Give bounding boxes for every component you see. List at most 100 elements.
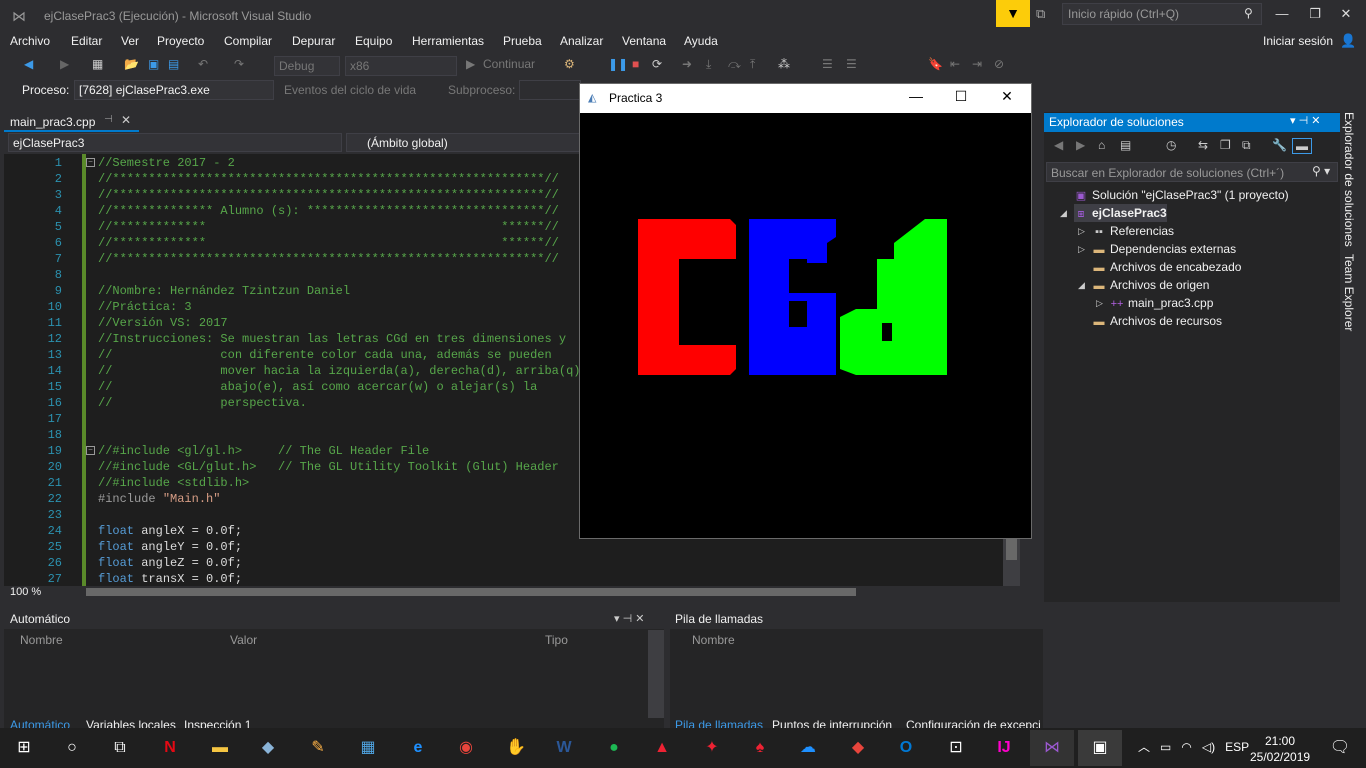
adobe-app-icon[interactable]: ⊡ <box>934 730 978 766</box>
lifecycle-events-button[interactable]: Eventos del ciclo de vida <box>284 83 416 97</box>
menu-prueba[interactable]: Prueba <box>503 34 542 48</box>
tree-item[interactable]: ▬ Dependencias externas <box>1092 240 1237 258</box>
app-hand-icon[interactable]: ✋ <box>494 730 538 766</box>
tree-item[interactable]: ▬ Archivos de origen <box>1092 276 1210 294</box>
tree-item[interactable]: ▬ Archivos de recursos <box>1092 312 1223 330</box>
tree-item[interactable]: ▬ Archivos de encabezado <box>1092 258 1242 276</box>
paint-icon[interactable]: ✎ <box>296 730 340 766</box>
search-icon[interactable]: ⚲ <box>1244 6 1253 20</box>
properties-icon[interactable]: 🔧 <box>1272 138 1287 152</box>
forward-icon[interactable]: ▶ <box>1076 138 1085 152</box>
step-into-icon[interactable]: ⤓ <box>706 57 711 72</box>
git-app-icon[interactable]: ◆ <box>836 730 880 766</box>
restore-button[interactable]: ❐ <box>1305 6 1325 22</box>
collapse-arrow-icon[interactable]: ◢ <box>1060 208 1067 219</box>
tree-item[interactable]: ▣ Solución "ejClasePrac3" (1 proyecto) <box>1074 186 1289 204</box>
outlook-icon[interactable]: O <box>884 730 928 766</box>
restart-icon[interactable]: ⟳ <box>652 57 662 71</box>
expand-arrow-icon[interactable]: ▷ <box>1096 298 1103 309</box>
menu-archivo[interactable]: Archivo <box>10 34 50 48</box>
game-app-icon[interactable]: ♠ <box>738 730 782 766</box>
visual-studio-taskbar-icon[interactable]: ⋈ <box>1030 730 1074 766</box>
jetbrains-icon[interactable]: IJ <box>982 730 1026 766</box>
continue-label[interactable]: Continuar <box>483 57 535 71</box>
open-file-icon[interactable]: 📂 <box>124 57 139 71</box>
thread-select[interactable] <box>519 80 581 100</box>
netflix-icon[interactable]: N <box>148 730 192 766</box>
back-icon[interactable]: ◀ <box>1054 138 1063 152</box>
collapse-arrow-icon[interactable]: ◢ <box>1078 280 1085 291</box>
notifications-icon[interactable]: ⧉ <box>1036 6 1045 22</box>
menu-proyecto[interactable]: Proyecto <box>157 34 204 48</box>
back-icon[interactable]: ◀ <box>24 57 33 71</box>
bookmark-icon[interactable]: 🔖 <box>928 57 943 71</box>
forward-icon[interactable]: ▶ <box>60 57 69 71</box>
menu-compilar[interactable]: Compilar <box>224 34 272 48</box>
step-over-icon[interactable]: ⤼ <box>728 57 741 72</box>
redo-icon[interactable]: ↷ <box>234 57 244 71</box>
zoom-level[interactable]: 100 % <box>10 586 41 598</box>
code-line[interactable]: 27 float transX = 0.0f; <box>4 571 1020 586</box>
opengl-window-taskbar-icon[interactable]: ▣ <box>1078 730 1122 766</box>
break-all-icon[interactable]: ❚❚ <box>608 57 628 71</box>
system-tray[interactable]: ︿ ▭ ◠ ◁) ESP <box>1138 738 1249 755</box>
menu-depurar[interactable]: Depurar <box>292 34 335 48</box>
practice-close-button[interactable]: ✕ <box>997 88 1017 105</box>
next-bookmark-icon[interactable]: ⇥ <box>972 57 982 71</box>
file-explorer-icon[interactable]: ▬ <box>198 730 242 766</box>
process-select[interactable]: [7628] ejClasePrac3.exe <box>74 80 274 100</box>
new-project-icon[interactable]: ▦ <box>92 57 103 71</box>
tree-item[interactable]: ++ main_prac3.cpp <box>1110 294 1214 312</box>
tab-team-explorer-vertical[interactable]: Team Explorer <box>1342 254 1356 331</box>
task-view-icon[interactable]: ⧉ <box>98 730 142 766</box>
show-hidden-icon[interactable]: ︿ <box>1138 740 1150 754</box>
opengl-canvas[interactable] <box>580 113 1031 538</box>
menu-equipo[interactable]: Equipo <box>355 34 392 48</box>
arduino-like-icon[interactable]: ▲ <box>640 730 684 766</box>
search-icon[interactable]: ⚲ ▾ <box>1312 164 1330 178</box>
outdent-icon[interactable]: ☰ <box>846 57 857 71</box>
column-header-value[interactable]: Valor <box>230 633 257 647</box>
menu-ayuda[interactable]: Ayuda <box>684 34 718 48</box>
sign-in-link[interactable]: Iniciar sesión <box>1263 34 1333 48</box>
tab-solution-explorer-vertical[interactable]: Explorador de soluciones <box>1342 112 1356 247</box>
project-navigation-select[interactable]: ejClasePrac3 <box>8 133 342 152</box>
indent-icon[interactable]: ☰ <box>822 57 833 71</box>
menu-herramientas[interactable]: Herramientas <box>412 34 484 48</box>
practice-minimize-button[interactable]: — <box>906 88 926 104</box>
column-header-type[interactable]: Tipo <box>545 633 568 647</box>
clock[interactable]: 21:00 25/02/2019 <box>1250 733 1310 765</box>
notes-app-icon[interactable]: ◆ <box>246 730 290 766</box>
user-account-icon[interactable]: 👤 <box>1340 33 1356 49</box>
menu-ver[interactable]: Ver <box>121 34 139 48</box>
menu-ventana[interactable]: Ventana <box>622 34 666 48</box>
code-line[interactable]: 25 float angleY = 0.0f; <box>4 539 1020 555</box>
save-icon[interactable]: ▣ <box>148 57 159 71</box>
solution-search-input[interactable]: Buscar en Explorador de soluciones (Ctrl… <box>1046 162 1338 182</box>
refresh-icon[interactable]: ❐ <box>1220 138 1231 152</box>
column-header-name[interactable]: Nombre <box>20 633 63 647</box>
sync-icon[interactable]: ⇆ <box>1198 138 1208 152</box>
step-out-icon[interactable]: ⤒ <box>750 57 755 72</box>
switch-views-icon[interactable]: ▤ <box>1120 138 1131 152</box>
configuration-select[interactable]: Debug <box>274 56 340 76</box>
network-icon[interactable]: ▭ <box>1160 740 1171 754</box>
practice-maximize-button[interactable]: ☐ <box>951 88 971 105</box>
minimize-button[interactable]: — <box>1272 6 1292 21</box>
tree-item[interactable]: ▪▪ Referencias <box>1092 222 1174 240</box>
process-icon[interactable]: ⚙ <box>564 57 575 71</box>
show-next-statement-icon[interactable]: ➜ <box>682 57 692 71</box>
prev-bookmark-icon[interactable]: ⇤ <box>950 57 960 71</box>
spotify-icon[interactable]: ● <box>592 730 636 766</box>
stop-debugging-icon[interactable]: ■ <box>632 57 639 71</box>
word-icon[interactable]: W <box>542 730 586 766</box>
fold-toggle-icon[interactable]: − <box>86 158 95 167</box>
close-button[interactable]: ✕ <box>1336 6 1356 22</box>
edge-browser-icon[interactable]: e <box>396 730 440 766</box>
mx-app-icon[interactable]: ✦ <box>690 730 734 766</box>
autos-scrollbar[interactable] <box>648 630 664 718</box>
notifications-center-icon[interactable]: 🗨 <box>1318 730 1362 766</box>
platform-select[interactable]: x86 <box>345 56 457 76</box>
control-panel-icon[interactable]: ▦ <box>346 730 390 766</box>
collapse-all-icon[interactable]: ⧉ <box>1242 138 1251 153</box>
